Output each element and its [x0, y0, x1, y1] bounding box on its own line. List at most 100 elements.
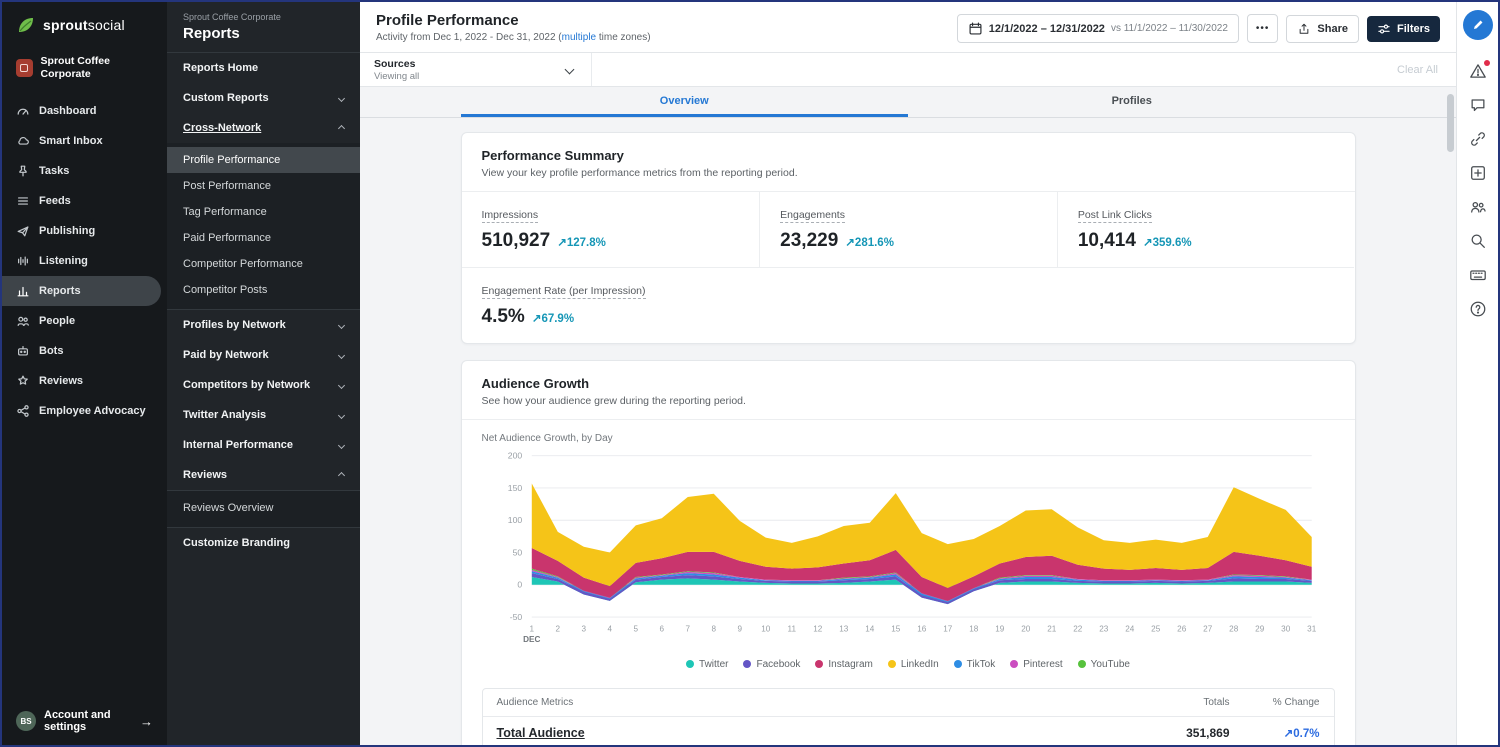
clear-all-button[interactable]: Clear All — [1379, 64, 1456, 76]
tab-profiles[interactable]: Profiles — [908, 87, 1356, 117]
brand-name: sproutsocial — [43, 17, 125, 33]
svg-text:30: 30 — [1281, 624, 1291, 633]
sidebar-item-listening[interactable]: Listening — [2, 246, 167, 276]
sidebar-item-tasks[interactable]: Tasks — [2, 156, 167, 186]
sidebar-item-publishing[interactable]: Publishing — [2, 216, 167, 246]
filters-button[interactable]: Filters — [1367, 16, 1440, 42]
legend-item[interactable]: LinkedIn — [888, 659, 939, 670]
sidebar-item-smart-inbox[interactable]: Smart Inbox — [2, 126, 167, 156]
contacts-button[interactable] — [1469, 198, 1487, 216]
nav-twitter-analysis[interactable]: Twitter Analysis — [167, 400, 360, 430]
legend-item[interactable]: Pinterest — [1010, 659, 1062, 670]
filters-icon — [1377, 22, 1391, 36]
vertical-scrollbar[interactable] — [1447, 94, 1454, 152]
nav-cross-network[interactable]: Cross-Network — [167, 113, 360, 143]
svg-text:3: 3 — [581, 624, 586, 633]
sources-label: Sources — [374, 58, 566, 70]
legend-dot — [954, 660, 962, 668]
sidebar-item-reports[interactable]: Reports — [2, 276, 161, 306]
nav-reviews[interactable]: Reviews — [167, 460, 360, 490]
share-button[interactable]: Share — [1286, 15, 1359, 43]
nav-reviews-overview[interactable]: Reviews Overview — [167, 495, 360, 521]
people-icon — [16, 314, 30, 328]
nav-post-performance[interactable]: Post Performance — [167, 173, 360, 199]
sidebar-item-label: Publishing — [39, 225, 95, 237]
nav-competitor-performance[interactable]: Competitor Performance — [167, 251, 360, 277]
nav-custom-reports[interactable]: Custom Reports — [167, 83, 360, 113]
metric-engagements: Engagements 23,229↗281.6% — [759, 192, 1057, 267]
legend-item[interactable]: Instagram — [815, 659, 872, 670]
sidebar-item-label: Employee Advocacy — [39, 405, 146, 417]
share-nodes-icon — [16, 404, 30, 418]
date-range-button[interactable]: 12/1/2022 – 12/31/2022 vs 11/1/2022 – 11… — [957, 14, 1239, 43]
messages-button[interactable] — [1469, 96, 1487, 114]
column-header-totals: Totals — [1110, 697, 1230, 708]
svg-text:DEC: DEC — [523, 635, 540, 644]
links-button[interactable] — [1469, 130, 1487, 148]
nav-customize-branding[interactable]: Customize Branding — [167, 527, 360, 558]
metric-label[interactable]: Engagements — [780, 209, 845, 223]
legend-dot — [1010, 660, 1018, 668]
svg-text:19: 19 — [995, 624, 1005, 633]
brand-logo[interactable]: sproutsocial — [2, 2, 167, 46]
nav-competitor-posts[interactable]: Competitor Posts — [167, 277, 360, 303]
chevron-up-icon — [338, 124, 345, 131]
svg-text:2: 2 — [555, 624, 560, 633]
card-title: Audience Growth — [482, 376, 1335, 391]
nav-paid-by-network[interactable]: Paid by Network — [167, 340, 360, 370]
card-subtitle: View your key profile performance metric… — [482, 167, 1335, 179]
search-button[interactable] — [1469, 232, 1487, 250]
nav-tag-performance[interactable]: Tag Performance — [167, 199, 360, 225]
pencil-icon — [1470, 17, 1486, 33]
account-settings[interactable]: BS Account and settings → — [2, 701, 167, 741]
nav-reports-home[interactable]: Reports Home — [167, 53, 360, 83]
svg-text:26: 26 — [1177, 624, 1187, 633]
shortcuts-button[interactable] — [1469, 266, 1487, 284]
sidebar-item-employee-advocacy[interactable]: Employee Advocacy — [2, 396, 167, 426]
share-icon — [1297, 22, 1311, 36]
svg-text:27: 27 — [1203, 624, 1213, 633]
metric-impressions: Impressions 510,927↗127.8% — [462, 192, 760, 267]
legend-item[interactable]: YouTube — [1078, 659, 1130, 670]
compose-button[interactable] — [1463, 10, 1493, 40]
sidebar-item-people[interactable]: People — [2, 306, 167, 336]
sidebar-item-reviews[interactable]: Reviews — [2, 366, 167, 396]
legend-item[interactable]: Facebook — [743, 659, 800, 670]
alerts-button[interactable] — [1469, 62, 1487, 80]
svg-text:6: 6 — [659, 624, 664, 633]
sidebar-item-bots[interactable]: Bots — [2, 336, 167, 366]
svg-text:100: 100 — [507, 515, 522, 525]
row-metric-link[interactable]: Total Audience — [497, 726, 1110, 740]
add-button[interactable] — [1469, 164, 1487, 182]
sources-selector[interactable]: Sources Viewing all — [360, 53, 592, 86]
nav-paid-performance[interactable]: Paid Performance — [167, 225, 360, 251]
column-header-metrics: Audience Metrics — [497, 697, 1110, 708]
metric-label[interactable]: Engagement Rate (per Impression) — [482, 285, 646, 299]
sidebar-item-label: Listening — [39, 255, 88, 267]
nav-competitors-by-network[interactable]: Competitors by Network — [167, 370, 360, 400]
metric-label[interactable]: Post Link Clicks — [1078, 209, 1152, 223]
tab-overview[interactable]: Overview — [461, 87, 909, 117]
reports-panel-title: Reports — [183, 25, 344, 42]
help-button[interactable] — [1469, 300, 1487, 318]
nav-profiles-by-network[interactable]: Profiles by Network — [167, 309, 360, 340]
sidebar-item-dashboard[interactable]: Dashboard — [2, 96, 167, 126]
sidebar-item-feeds[interactable]: Feeds — [2, 186, 167, 216]
chat-bubble-icon — [1469, 96, 1487, 114]
svg-text:20: 20 — [1021, 624, 1031, 633]
more-options-button[interactable]: ••• — [1247, 14, 1279, 43]
time-zones-link[interactable]: multiple — [562, 32, 596, 43]
nav-profile-performance[interactable]: Profile Performance — [167, 147, 360, 173]
metric-value: 23,229 — [780, 230, 838, 251]
nav-internal-performance[interactable]: Internal Performance — [167, 430, 360, 460]
paper-plane-icon — [16, 224, 30, 238]
metric-label[interactable]: Impressions — [482, 209, 539, 223]
svg-text:23: 23 — [1099, 624, 1109, 633]
main-content: Profile Performance Activity from Dec 1,… — [360, 2, 1456, 745]
chevron-up-icon — [338, 471, 345, 478]
svg-text:25: 25 — [1151, 624, 1161, 633]
account-switcher[interactable]: Sprout Coffee Corporate — [2, 46, 167, 92]
legend-item[interactable]: Twitter — [686, 659, 728, 670]
legend-item[interactable]: TikTok — [954, 659, 996, 670]
metric-post-link-clicks: Post Link Clicks 10,414↗359.6% — [1057, 192, 1355, 267]
